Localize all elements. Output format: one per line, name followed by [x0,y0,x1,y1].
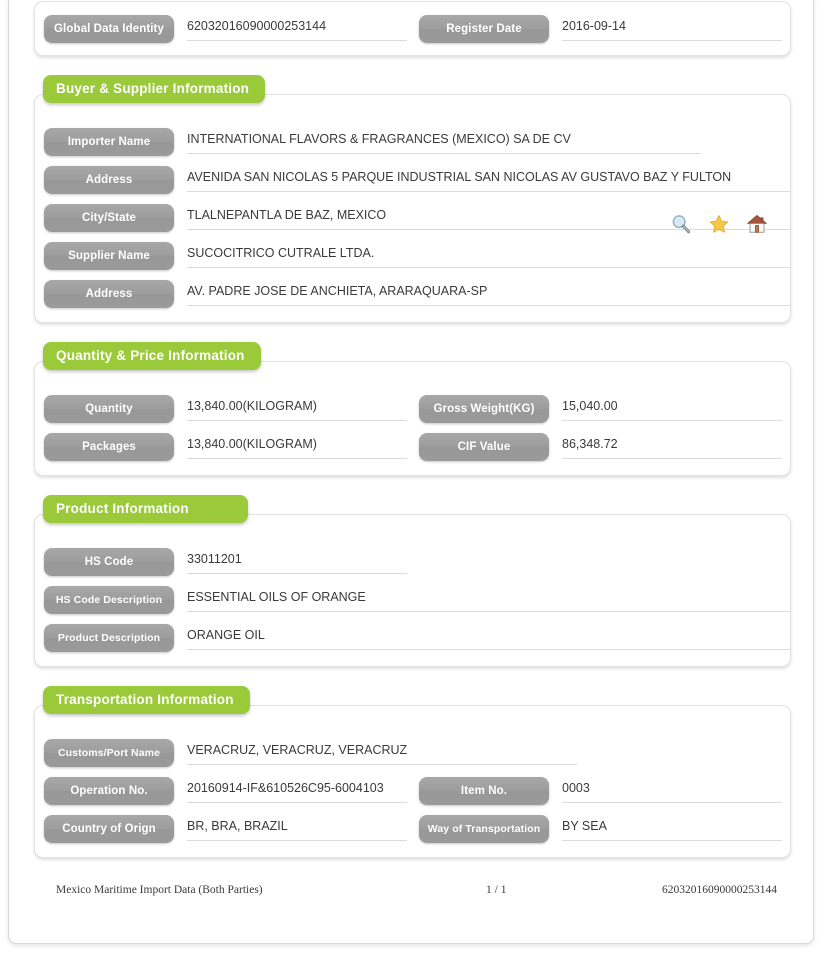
section-title-quantity-price: Quantity & Price Information [43,342,261,370]
footer-page-number: 1 / 1 [486,884,507,896]
gross-weight-label: Gross Weight(KG) [419,395,549,423]
product-description-row: Product Description ORANGE OIL [35,624,790,652]
transportation-rows: Customs/Port Name VERACRUZ, VERACRUZ, VE… [35,739,790,857]
importer-name-label: Importer Name [44,128,174,156]
hs-code-value: 33011201 [187,551,407,574]
item-no-label: Item No. [419,777,549,805]
way-of-transportation-label: Way of Transportation [419,815,549,843]
operation-no-row: Operation No. 20160914-IF&610526C95-6004… [35,777,790,805]
way-of-transportation-field: Way of Transportation BY SEA [419,815,782,843]
cif-value-value: 86,348.72 [562,436,782,459]
gross-weight-value: 15,040.00 [562,398,782,421]
quantity-price-rows: Quantity 13,840.00(KILOGRAM) Gross Weigh… [35,395,790,475]
packages-field: Packages 13,840.00(KILOGRAM) [44,433,407,461]
country-of-origin-field: Country of Orign BR, BRA, BRAZIL [44,815,407,843]
importer-name-value: INTERNATIONAL FLAVORS & FRAGRANCES (MEXI… [187,131,701,154]
supplier-name-label: Supplier Name [44,242,174,270]
section-title-product: Product Information [43,495,248,523]
global-data-identity-label: Global Data Identity [44,15,174,43]
quantity-field: Quantity 13,840.00(KILOGRAM) [44,395,407,423]
item-no-field: Item No. 0003 [419,777,782,805]
operation-no-label: Operation No. [44,777,174,805]
product-information-card: Product Information HS Code 33011201 HS … [34,495,791,667]
hs-code-label: HS Code [44,548,174,576]
supplier-address-value: AV. PADRE JOSE DE ANCHIETA, ARARAQUARA-S… [187,283,790,306]
item-no-value: 0003 [562,780,782,803]
record-actions [670,213,768,235]
supplier-address-row: Address AV. PADRE JOSE DE ANCHIETA, ARAR… [35,280,790,308]
city-state-label: City/State [44,204,174,232]
register-date-label: Register Date [419,15,549,43]
section-title-buyer-supplier: Buyer & Supplier Information [43,75,266,103]
packages-value: 13,840.00(KILOGRAM) [187,436,407,459]
footer-source: Mexico Maritime Import Data (Both Partie… [56,884,263,896]
register-date-value: 2016-09-14 [562,18,782,41]
customs-port-name-row: Customs/Port Name VERACRUZ, VERACRUZ, VE… [35,739,790,767]
quantity-price-card: Quantity & Price Information Quantity 13… [34,342,791,476]
country-of-origin-label: Country of Orign [44,815,174,843]
quantity-value: 13,840.00(KILOGRAM) [187,398,407,421]
product-description-value: ORANGE OIL [187,627,790,650]
document-body: Global Data Identity 6203201609000025314… [9,0,815,896]
register-date-field: Register Date 2016-09-14 [419,15,782,43]
importer-address-row: Address AVENIDA SAN NICOLAS 5 PARQUE IND… [35,166,790,194]
header-card: Global Data Identity 6203201609000025314… [34,1,791,56]
importer-name-row: Importer Name INTERNATIONAL FLAVORS & FR… [35,128,790,156]
footer-identity: 62032016090000253144 [662,884,777,896]
gross-weight-field: Gross Weight(KG) 15,040.00 [419,395,782,423]
operation-no-field: Operation No. 20160914-IF&610526C95-6004… [44,777,407,805]
hs-code-description-label: HS Code Description [44,586,174,614]
customs-port-name-label: Customs/Port Name [44,739,174,767]
document-footer: Mexico Maritime Import Data (Both Partie… [56,884,791,896]
global-data-identity-field: Global Data Identity 6203201609000025314… [44,15,407,43]
operation-no-value: 20160914-IF&610526C95-6004103 [187,780,407,803]
product-rows: HS Code 33011201 HS Code Description ESS… [35,548,790,666]
packages-label: Packages [44,433,174,461]
customs-port-name-value: VERACRUZ, VERACRUZ, VERACRUZ [187,742,577,765]
home-icon[interactable] [746,213,768,235]
hs-code-description-value: ESSENTIAL OILS OF ORANGE [187,589,790,612]
way-of-transportation-value: BY SEA [562,818,782,841]
search-icon[interactable] [670,213,692,235]
product-description-label: Product Description [44,624,174,652]
country-of-origin-row: Country of Orign BR, BRA, BRAZIL Way of … [35,815,790,843]
packages-row: Packages 13,840.00(KILOGRAM) CIF Value 8… [35,433,790,461]
header-row: Global Data Identity 6203201609000025314… [35,15,790,43]
supplier-address-label: Address [44,280,174,308]
country-of-origin-value: BR, BRA, BRAZIL [187,818,407,841]
importer-address-label: Address [44,166,174,194]
hs-code-description-row: HS Code Description ESSENTIAL OILS OF OR… [35,586,790,614]
global-data-identity-value: 62032016090000253144 [187,18,407,41]
supplier-name-value: SUCOCITRICO CUTRALE LTDA. [187,245,790,268]
supplier-name-row: Supplier Name SUCOCITRICO CUTRALE LTDA. [35,242,790,270]
quantity-row: Quantity 13,840.00(KILOGRAM) Gross Weigh… [35,395,790,423]
hs-code-row: HS Code 33011201 [35,548,790,576]
section-title-transportation: Transportation Information [43,686,250,714]
cif-value-label: CIF Value [419,433,549,461]
importer-address-value: AVENIDA SAN NICOLAS 5 PARQUE INDUSTRIAL … [187,169,790,192]
document-frame: Global Data Identity 6203201609000025314… [8,0,814,944]
transportation-information-card: Transportation Information Customs/Port … [34,686,791,858]
cif-value-field: CIF Value 86,348.72 [419,433,782,461]
buyer-supplier-card: Buyer & Supplier Information Importer Na… [34,75,791,323]
quantity-label: Quantity [44,395,174,423]
favorite-icon[interactable] [708,213,730,235]
